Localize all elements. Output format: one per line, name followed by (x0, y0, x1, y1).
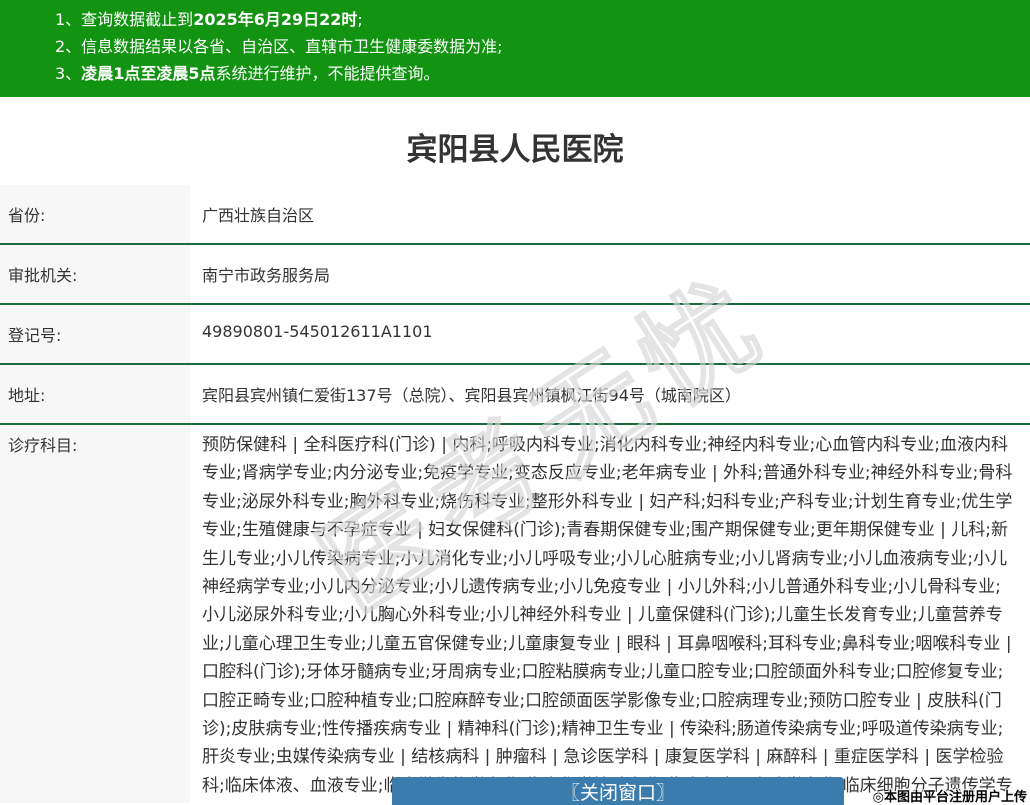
notice-text: 3、 (55, 64, 81, 83)
notice-text: 2、信息数据结果以各省、自治区、直辖市卫生健康委数据为准; (55, 37, 503, 56)
notice-bold-text: 2025年6月29日22时 (193, 10, 357, 29)
row-departments: 诊疗科目: 预防保健科 | 全科医疗科(门诊) | 内科;呼吸内科专业;消化内科… (0, 425, 1030, 803)
field-value-address: 宾阳县宾州镇仁爱街137号（总院）、宾阳县宾州镇枫江街94号（城南院区） (190, 365, 1030, 423)
notice-bold-text: 凌晨1点至凌晨5点 (81, 64, 215, 83)
notice-line-1: 1、查询数据截止到2025年6月29日22时; (55, 6, 1010, 33)
notice-text: 系统进行维护，不能提供查询。 (215, 64, 439, 83)
field-value-approval-authority: 南宁市政务服务局 (190, 245, 1030, 303)
row-registration-number: 登记号: 49890801-545012611A1101 (0, 305, 1030, 365)
hospital-query-result-page: 1、查询数据截止到2025年6月29日22时; 2、信息数据结果以各省、自治区、… (0, 0, 1030, 805)
notice-line-2: 2、信息数据结果以各省、自治区、直辖市卫生健康委数据为准; (55, 33, 1010, 60)
row-province: 省份: 广西壮族自治区 (0, 185, 1030, 245)
close-window-button[interactable]: 〖关闭窗口〗 (392, 777, 844, 805)
page-title: 宾阳县人民医院 (0, 97, 1030, 185)
field-label-approval-authority: 审批机关: (0, 245, 190, 303)
notice-banner: 1、查询数据截止到2025年6月29日22时; 2、信息数据结果以各省、自治区、… (0, 0, 1030, 97)
field-value-province: 广西壮族自治区 (190, 185, 1030, 243)
field-label-address: 地址: (0, 365, 190, 423)
image-credit-text: ◎本图由平台注册用户上传 (873, 786, 1027, 805)
field-value-registration-number: 49890801-545012611A1101 (190, 305, 1030, 363)
notice-text: ; (357, 10, 362, 29)
field-label-registration-number: 登记号: (0, 305, 190, 363)
hospital-info-table: 省份: 广西壮族自治区 审批机关: 南宁市政务服务局 登记号: 49890801… (0, 185, 1030, 803)
field-value-departments: 预防保健科 | 全科医疗科(门诊) | 内科;呼吸内科专业;消化内科专业;神经内… (190, 425, 1030, 803)
notice-line-3: 3、凌晨1点至凌晨5点系统进行维护，不能提供查询。 (55, 60, 1010, 87)
field-label-departments: 诊疗科目: (0, 425, 190, 803)
field-label-province: 省份: (0, 185, 190, 243)
row-approval-authority: 审批机关: 南宁市政务服务局 (0, 245, 1030, 305)
notice-text: 1、查询数据截止到 (55, 10, 193, 29)
row-address: 地址: 宾阳县宾州镇仁爱街137号（总院）、宾阳县宾州镇枫江街94号（城南院区） (0, 365, 1030, 425)
